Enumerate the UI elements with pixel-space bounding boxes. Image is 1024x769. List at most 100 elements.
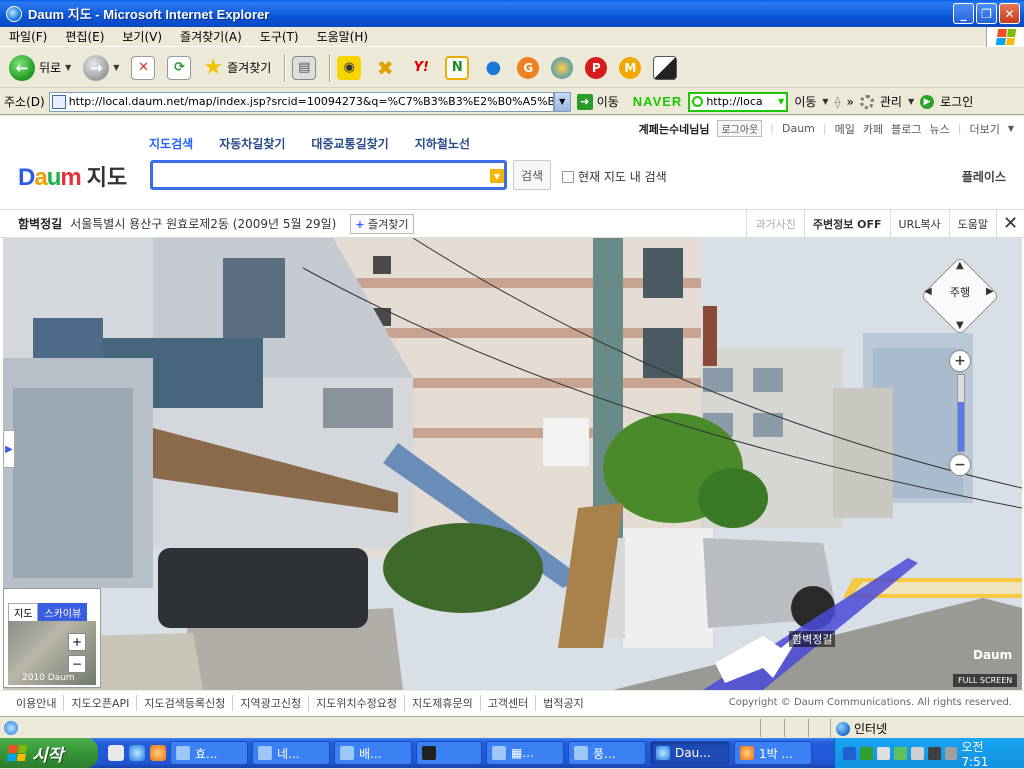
topnav-daum[interactable]: Daum [782, 122, 815, 135]
roadview-nav-control[interactable]: ▲ ▼ ◀ ▶ 주행 [920, 256, 1000, 336]
chevron-down-icon[interactable]: ▼ [956, 320, 964, 331]
maximize-button[interactable]: ❐ [976, 3, 997, 24]
menu-tools[interactable]: 도구(T) [251, 28, 308, 45]
drive-label[interactable]: 주행 [920, 284, 1000, 300]
topnav-news[interactable]: 뉴스 [930, 121, 950, 137]
map-search-input[interactable]: ▼ [150, 160, 507, 190]
places-link[interactable]: 플레이스 [962, 168, 1006, 185]
back-button[interactable]: ← 뒤로 ▼ [6, 51, 74, 85]
tool-icon[interactable] [910, 746, 924, 760]
taskbar-item[interactable]: 네... [252, 741, 330, 765]
naver-move-button[interactable]: 이동 [794, 93, 816, 110]
mini-map-zoom-in[interactable]: + [68, 633, 86, 651]
refresh-button[interactable]: ⟳ [164, 51, 194, 85]
forward-button[interactable]: → ▼ [80, 51, 122, 85]
g-button[interactable]: G [514, 51, 542, 85]
menu-view[interactable]: 보기(V) [113, 28, 171, 45]
shield-icon[interactable] [859, 746, 873, 760]
tab-map-search[interactable]: 지도검색 [149, 135, 193, 152]
menu-favorites[interactable]: 즐겨찾기(A) [171, 28, 251, 45]
chevron-down-icon[interactable]: ▼ [113, 63, 119, 72]
window-button[interactable] [650, 51, 680, 85]
past-photo-button[interactable]: 과거사진 [746, 210, 803, 237]
tab-transit-directions[interactable]: 대중교통길찾기 [311, 135, 388, 152]
m-button[interactable]: M [616, 51, 644, 85]
topnav-more[interactable]: 더보기 [969, 121, 999, 137]
menu-edit[interactable]: 편집(E) [56, 28, 113, 45]
zoom-slider[interactable] [957, 374, 965, 452]
volume-icon[interactable] [927, 746, 941, 760]
mini-map-tab-map[interactable]: 지도 [8, 603, 39, 622]
chevron-down-icon[interactable]: ▼ [65, 63, 71, 72]
chevron-down-icon[interactable]: ▼ [778, 97, 786, 106]
desktop-icon[interactable] [108, 745, 124, 761]
menu-file[interactable]: 파일(F) [0, 28, 56, 45]
footer-link[interactable]: 이용안내 [16, 694, 65, 711]
naver-n-button[interactable]: N [442, 51, 472, 85]
footer-link[interactable]: 법적공지 [536, 695, 590, 711]
tab-subway-map[interactable]: 지하철노선 [415, 135, 470, 152]
street-view-panorama[interactable]: ▶ ▲ ▼ ◀ ▶ 주행 + − 함벽정길 Daum FULL SCREEN 지… [3, 238, 1022, 690]
chevron-down-icon[interactable]: ▼ [822, 97, 828, 106]
naver-search-input[interactable]: http://loca ▼ [688, 91, 789, 112]
footer-link[interactable]: 지도제휴문의 [405, 694, 481, 711]
taskbar-item[interactable] [416, 741, 482, 765]
chevron-down-icon[interactable]: ▼ [908, 97, 914, 106]
ie-icon[interactable] [129, 745, 145, 761]
resize-handle-icon[interactable]: ⟠ [835, 95, 841, 109]
chevron-down-icon[interactable]: ▼ [490, 169, 504, 183]
footer-link[interactable]: 지도오픈API [64, 694, 138, 711]
nearby-info-toggle[interactable]: 주변정보 OFF [803, 210, 890, 237]
zoom-in-button[interactable]: + [949, 350, 971, 372]
help-button[interactable]: 도움말 [948, 210, 996, 237]
print-button[interactable]: ▤ [289, 51, 319, 85]
taskbar-item[interactable]: 배... [334, 741, 412, 765]
topnav-blog[interactable]: 블로그 [891, 121, 921, 137]
mini-map[interactable]: 지도 스카이뷰 + − 2010 Daum [3, 588, 101, 688]
title-bar[interactable]: Daum 지도 - Microsoft Internet Explorer _ … [0, 0, 1024, 27]
device-icon[interactable] [944, 746, 958, 760]
manage-button[interactable]: 관리 [880, 93, 902, 110]
footer-link[interactable]: 지도위치수정요청 [309, 694, 406, 711]
url-dropdown-button[interactable]: ▼ [553, 91, 571, 112]
yahoo-button[interactable]: Y! [406, 51, 436, 85]
security-zone[interactable]: 인터넷 [836, 720, 887, 737]
daum-map-logo[interactable]: Daum 지도 [18, 160, 127, 192]
fullscreen-button[interactable]: FULL SCREEN [953, 674, 1018, 687]
left-panel-toggle[interactable]: ▶ [3, 430, 15, 468]
url-copy-button[interactable]: URL복사 [889, 210, 949, 237]
taskbar-item[interactable]: 효... [170, 741, 248, 765]
close-roadview-button[interactable]: ✕ [996, 210, 1024, 237]
taskbar-item-active[interactable]: Dau... [650, 741, 730, 765]
footer-link[interactable]: 고객센터 [481, 694, 537, 711]
stop-button[interactable]: ✕ [128, 51, 158, 85]
minimize-button[interactable]: _ [953, 3, 974, 24]
chevron-up-icon[interactable]: ▲ [956, 260, 964, 271]
menu-help[interactable]: 도움말(H) [308, 28, 378, 45]
login-button[interactable]: 로그인 [940, 93, 973, 110]
messenger-button[interactable]: ● [478, 51, 508, 85]
close-button[interactable]: ✕ [999, 3, 1020, 24]
url-input[interactable]: http://local.daum.net/map/index.jsp?srci… [48, 91, 554, 112]
favorites-button[interactable]: ★ 즐겨찾기 [200, 51, 274, 85]
user-name[interactable]: 계페는수네님님 [639, 121, 710, 137]
addon-cross-button[interactable]: ✖ [370, 51, 400, 85]
mini-map-tab-skyview[interactable]: 스카이뷰 [38, 603, 88, 622]
topnav-mail[interactable]: 메일 [835, 121, 855, 137]
network-icon[interactable] [843, 746, 856, 760]
more-tools-button[interactable]: » [847, 95, 854, 109]
start-button[interactable]: 시작 [0, 738, 98, 768]
update-icon[interactable] [893, 746, 907, 760]
add-favorite-button[interactable]: + 즐겨찾기 [350, 213, 414, 234]
go-button[interactable]: ➜ 이동 [576, 93, 619, 110]
addon-bee-button[interactable]: ◉ [334, 51, 364, 85]
in-map-search-option[interactable]: 현재 지도 내 검색 [562, 168, 667, 185]
footer-link[interactable]: 지도검색등록신청 [137, 694, 234, 711]
p-button[interactable]: P [582, 51, 610, 85]
monitor-icon[interactable] [876, 746, 890, 760]
zoom-out-button[interactable]: − [949, 454, 971, 476]
search-button[interactable]: 검색 [513, 160, 551, 190]
logout-button[interactable]: 로그아웃 [717, 120, 763, 137]
tab-car-directions[interactable]: 자동차길찾기 [219, 135, 285, 152]
taskbar-item[interactable]: 풍... [568, 741, 646, 765]
